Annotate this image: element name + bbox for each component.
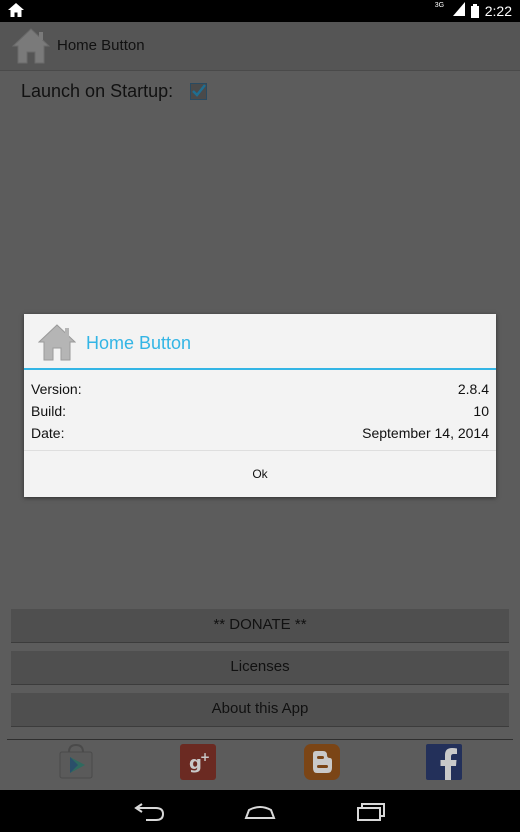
network-type: 3G [434, 2, 445, 9]
build-value: 10 [473, 403, 489, 419]
ok-button[interactable]: Ok [24, 451, 496, 497]
blogger-icon[interactable] [304, 744, 340, 780]
licenses-button[interactable]: Licenses [11, 651, 509, 685]
recent-apps-icon[interactable] [355, 800, 387, 822]
checkmark-icon [192, 84, 206, 97]
clock: 2:22 [484, 2, 512, 19]
play-store-icon[interactable] [58, 744, 94, 780]
build-label: Build: [31, 403, 67, 419]
google-plus-icon[interactable]: g + [180, 744, 216, 780]
about-app-button[interactable]: About this App [11, 693, 509, 727]
dialog-title: Home Button [86, 333, 192, 353]
house-icon [12, 28, 50, 64]
title-divider [24, 368, 496, 370]
date-label: Date: [31, 425, 65, 441]
status-right: 3G 2:22 [435, 2, 512, 19]
donate-button[interactable]: ** DONATE ** [11, 609, 509, 643]
date-value: September 14, 2014 [362, 425, 489, 441]
signal-icon [452, 2, 465, 16]
facebook-icon[interactable] [426, 744, 462, 780]
app-title: Home Button [57, 37, 145, 54]
home-icon[interactable] [243, 800, 277, 822]
navigation-bar [0, 790, 520, 832]
social-divider [7, 739, 513, 740]
status-bar: 3G 2:22 [0, 0, 520, 22]
house-icon [38, 324, 76, 361]
launch-on-startup-checkbox[interactable] [190, 83, 207, 100]
svg-text:+: + [200, 750, 210, 764]
app-bar: Home Button [0, 22, 520, 71]
home-notification-icon [8, 3, 24, 17]
about-dialog: Home Button Version: 2.8.4 Build: 10 Dat… [24, 314, 496, 497]
version-label: Version: [31, 381, 82, 397]
version-value: 2.8.4 [457, 381, 489, 397]
launch-on-startup-label: Launch on Startup: [21, 81, 174, 101]
battery-icon [470, 3, 479, 18]
back-icon[interactable] [134, 800, 166, 822]
